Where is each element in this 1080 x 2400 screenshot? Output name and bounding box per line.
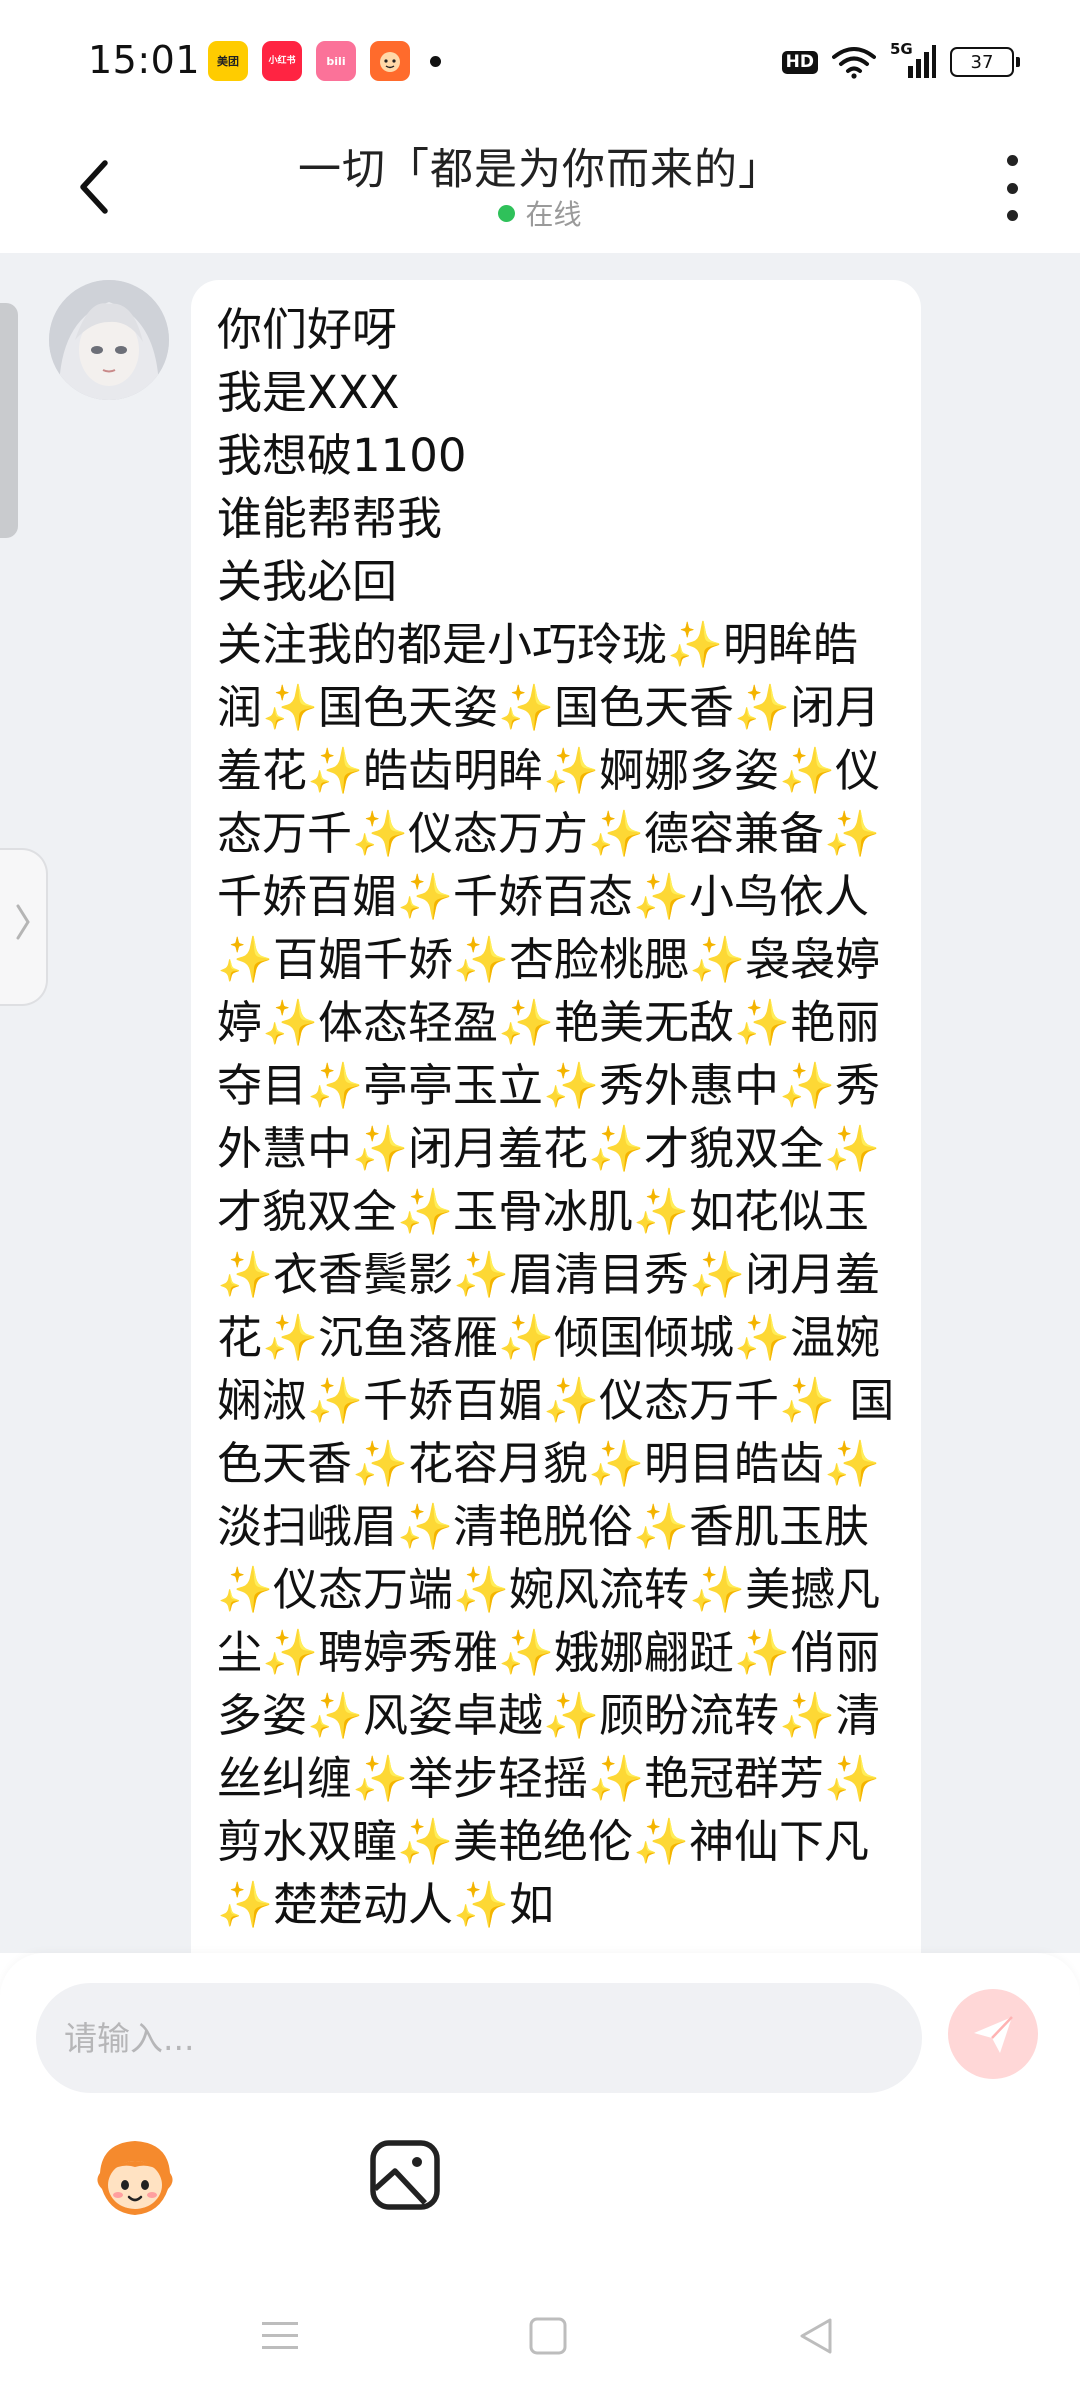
chevron-right-icon (14, 902, 32, 952)
meituan-icon-label: 美团 (217, 54, 239, 68)
square-home-icon (529, 2317, 567, 2355)
home-button[interactable] (516, 2304, 580, 2368)
battery-level: 37 (970, 51, 994, 73)
app-face-icon (380, 52, 400, 72)
wifi-icon (832, 47, 876, 79)
xiaohongshu-icon-label: 小红书 (268, 55, 296, 66)
status-bar: 15:01 美团 小红书 bili HD 5G 37 (0, 0, 1080, 125)
battery-icon: 37 (950, 47, 1020, 77)
more-notifications-dot (430, 55, 441, 67)
screen: 15:01 美团 小红书 bili HD 5G 37 一切「都是为你而来的」 在… (0, 0, 1080, 2400)
signal-bars-icon (908, 45, 936, 78)
more-dot-icon (1006, 155, 1018, 166)
recents-button[interactable] (248, 2304, 312, 2368)
xiaohongshu-icon: 小红书 (262, 41, 302, 81)
online-status: 在线 (0, 193, 1080, 233)
online-dot-icon (498, 204, 516, 222)
more-options-button[interactable] (992, 155, 1032, 221)
hd-icon: HD (781, 50, 818, 74)
more-dot-icon (1006, 182, 1018, 194)
meituan-icon: 美团 (208, 41, 248, 81)
chat-area[interactable]: 你们好呀 我是XXX 我想破1100 谁能帮帮我 关我必回 关注我的都是小巧玲珑… (0, 253, 1080, 1953)
bilibili-icon: bili (316, 41, 356, 81)
page-title: 一切「都是为你而来的」 (298, 145, 782, 195)
send-icon (974, 2016, 1013, 2053)
triangle-back-icon (800, 2318, 832, 2354)
bilibili-icon-label: bili (326, 54, 346, 68)
message-input[interactable] (64, 2018, 922, 2058)
online-status-label: 在线 (525, 198, 582, 231)
cellular-signal-icon: 5G (890, 40, 936, 80)
more-dot-icon (1006, 210, 1018, 221)
sticker-icon (97, 2141, 173, 2215)
status-indicators: HD 5G 37 (781, 40, 1020, 80)
message-bubble[interactable]: 你们好呀 我是XXX 我想破1100 谁能帮帮我 关我必回 关注我的都是小巧玲珑… (191, 280, 921, 1953)
image-icon (370, 2140, 440, 2210)
back-nav-button[interactable] (784, 2304, 848, 2368)
chat-header: 一切「都是为你而来的」 在线 (0, 125, 1080, 253)
side-drawer-handle[interactable] (0, 848, 48, 1006)
message-input-wrapper (36, 1983, 922, 2093)
system-nav-bar (0, 2280, 1080, 2400)
status-time: 15:01 (88, 38, 201, 82)
app-icon (370, 41, 410, 81)
scroll-indicator[interactable] (0, 303, 18, 538)
send-button[interactable] (948, 1989, 1038, 2079)
menu-icon (262, 2322, 298, 2349)
notification-icons: 美团 小红书 bili (208, 41, 441, 81)
sticker-button[interactable] (90, 2133, 180, 2223)
avatar-image (49, 280, 169, 400)
message-text: 你们好呀 我是XXX 我想破1100 谁能帮帮我 关我必回 关注我的都是小巧玲珑… (217, 303, 895, 1931)
avatar[interactable] (49, 280, 169, 400)
image-picker-button[interactable] (367, 2137, 443, 2213)
